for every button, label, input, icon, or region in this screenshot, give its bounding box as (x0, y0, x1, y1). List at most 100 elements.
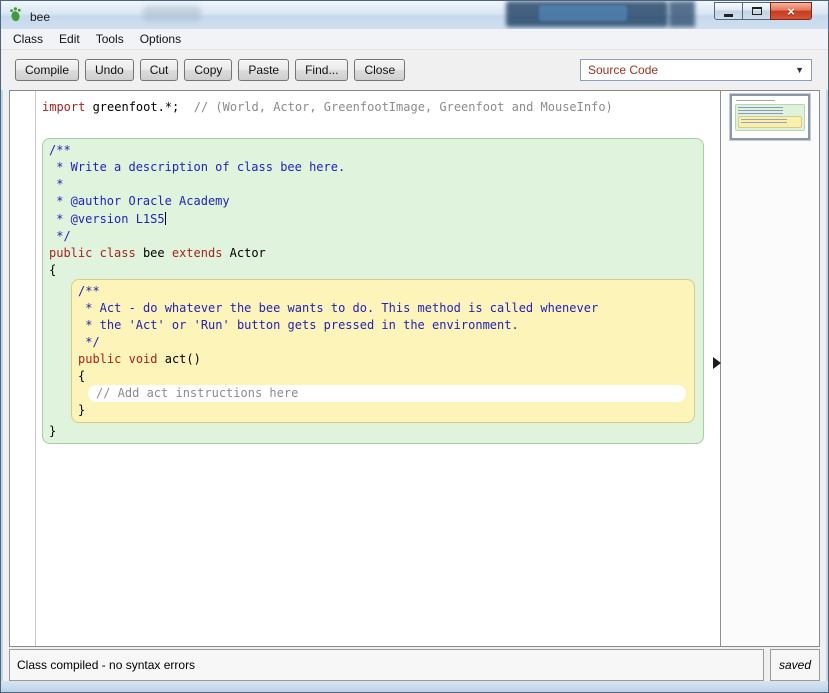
find-button[interactable]: Find... (295, 59, 348, 81)
act-method-section: /** * Act - do whatever the bee wants to… (78, 283, 690, 419)
code-line[interactable]: import greenfoot.*; // (World, Actor, Gr… (42, 99, 720, 116)
toolbar: Compile Undo Cut Copy Paste Find... Clos… (1, 50, 828, 90)
menu-item-edit[interactable]: Edit (51, 29, 88, 49)
code-editor[interactable]: import greenfoot.*; // (World, Actor, Gr… (10, 91, 720, 646)
method-scope-box: /** * Act - do whatever the bee wants to… (71, 279, 695, 423)
maximize-icon (752, 7, 762, 15)
code-token: bee (136, 246, 172, 260)
minimap-import-line (736, 100, 775, 101)
code-token: * @author Oracle Academy (49, 194, 230, 208)
aero-glass-artifact (143, 6, 201, 21)
code-token: * Act - do whatever the bee wants to do.… (78, 301, 598, 315)
code-token: /** (78, 284, 100, 298)
minimap-code-line (738, 107, 783, 108)
menu-item-options[interactable]: Options (132, 29, 189, 49)
code-token: * (49, 177, 71, 191)
greenfoot-editor-window: bee × Class Edit Tools Options Compile U… (0, 0, 829, 693)
copy-button[interactable]: Copy (184, 59, 232, 81)
class-doc-section: /** * Write a description of class bee h… (49, 142, 699, 279)
code-line[interactable]: /** (78, 283, 690, 300)
code-token: public (78, 352, 121, 366)
paste-button[interactable]: Paste (238, 59, 289, 81)
code-token: } (49, 424, 56, 438)
code-line[interactable]: * (49, 176, 699, 193)
code-token: { (78, 369, 85, 383)
code-line[interactable]: */ (49, 228, 699, 245)
code-token: // Add act instructions here (96, 386, 298, 400)
chevron-down-icon: ▼ (795, 65, 804, 75)
minimap[interactable] (730, 94, 810, 140)
code-token: public (49, 246, 92, 260)
code-token: { (49, 263, 56, 277)
save-status-badge: saved (770, 649, 820, 681)
code-token: */ (49, 229, 71, 243)
code-line[interactable]: public class bee extends Actor (49, 245, 699, 262)
status-message: Class compiled - no syntax errors (9, 649, 764, 681)
aero-glass-artifact (539, 5, 627, 21)
code-line[interactable]: * @version L1S5 (49, 210, 699, 228)
undo-button[interactable]: Undo (85, 59, 134, 81)
code-line[interactable]: // Add act instructions here (88, 385, 686, 402)
code-token: act() (158, 352, 201, 366)
minimize-icon (724, 14, 733, 17)
window-maximize-button[interactable] (742, 2, 771, 20)
window-bottom-frame (1, 681, 828, 693)
code-token (92, 246, 99, 260)
navigation-panel (720, 91, 819, 646)
code-token: // (World, Actor, GreenfootImage, Greenf… (194, 100, 613, 114)
code-token: * @version L1S5 (49, 212, 165, 226)
minimap-code-line (738, 110, 783, 111)
source-code-selector[interactable]: Source Code ▼ (580, 59, 812, 81)
code-token: /** (49, 143, 71, 157)
window-close-button[interactable]: × (770, 2, 812, 20)
code-token (121, 352, 128, 366)
code-token: Actor (222, 246, 265, 260)
source-code-selector-value: Source Code (588, 63, 658, 77)
greenfoot-logo-icon (8, 6, 24, 27)
code-line[interactable]: * Act - do whatever the bee wants to do.… (78, 300, 690, 317)
minimap-code-line (738, 113, 783, 114)
minimap-code-line (741, 122, 787, 123)
code-token: * the 'Act' or 'Run' button gets pressed… (78, 318, 519, 332)
code-token: greenfoot.*; (85, 100, 193, 114)
code-line[interactable]: * the 'Act' or 'Run' button gets pressed… (78, 317, 690, 334)
window-minimize-button[interactable] (714, 2, 743, 20)
code-area[interactable]: import greenfoot.*; // (World, Actor, Gr… (10, 91, 720, 646)
code-line[interactable]: { (49, 262, 699, 279)
code-token: class (100, 246, 136, 260)
menu-item-tools[interactable]: Tools (88, 29, 132, 49)
code-token: */ (78, 335, 100, 349)
code-line[interactable]: } (49, 423, 699, 440)
minimap-method-scope (738, 116, 802, 128)
code-token: import (42, 100, 85, 114)
code-line[interactable]: } (78, 402, 690, 419)
title-bar[interactable]: bee × (1, 1, 828, 29)
code-line[interactable]: * Write a description of class bee here. (49, 159, 699, 176)
compile-button[interactable]: Compile (15, 59, 79, 81)
nav-toggle-arrow-icon[interactable] (713, 357, 727, 369)
code-token: void (129, 352, 158, 366)
code-line[interactable]: * @author Oracle Academy (49, 193, 699, 210)
menu-item-class[interactable]: Class (5, 29, 51, 49)
minimap-class-scope (735, 104, 805, 131)
code-line[interactable]: { (78, 368, 690, 385)
aero-glass-artifact (506, 1, 668, 27)
editor-pane: import greenfoot.*; // (World, Actor, Gr… (9, 90, 820, 647)
class-close-section: } (49, 423, 699, 440)
close-icon: × (787, 5, 795, 18)
code-token: } (78, 403, 85, 417)
close-editor-button[interactable]: Close (354, 59, 405, 81)
menu-bar: Class Edit Tools Options (1, 29, 828, 50)
code-line[interactable]: /** (49, 142, 699, 159)
code-token: * Write a description of class bee here. (49, 160, 345, 174)
code-line[interactable]: public void act() (78, 351, 690, 368)
window-title: bee (30, 10, 50, 24)
class-scope-box: /** * Write a description of class bee h… (42, 138, 704, 444)
minimap-code-line (741, 119, 787, 120)
code-line[interactable]: */ (78, 334, 690, 351)
aero-glass-artifact (669, 1, 695, 27)
text-caret (165, 212, 166, 225)
status-bar: Class compiled - no syntax errors saved (9, 649, 820, 681)
code-token: extends (172, 246, 223, 260)
cut-button[interactable]: Cut (140, 59, 179, 81)
